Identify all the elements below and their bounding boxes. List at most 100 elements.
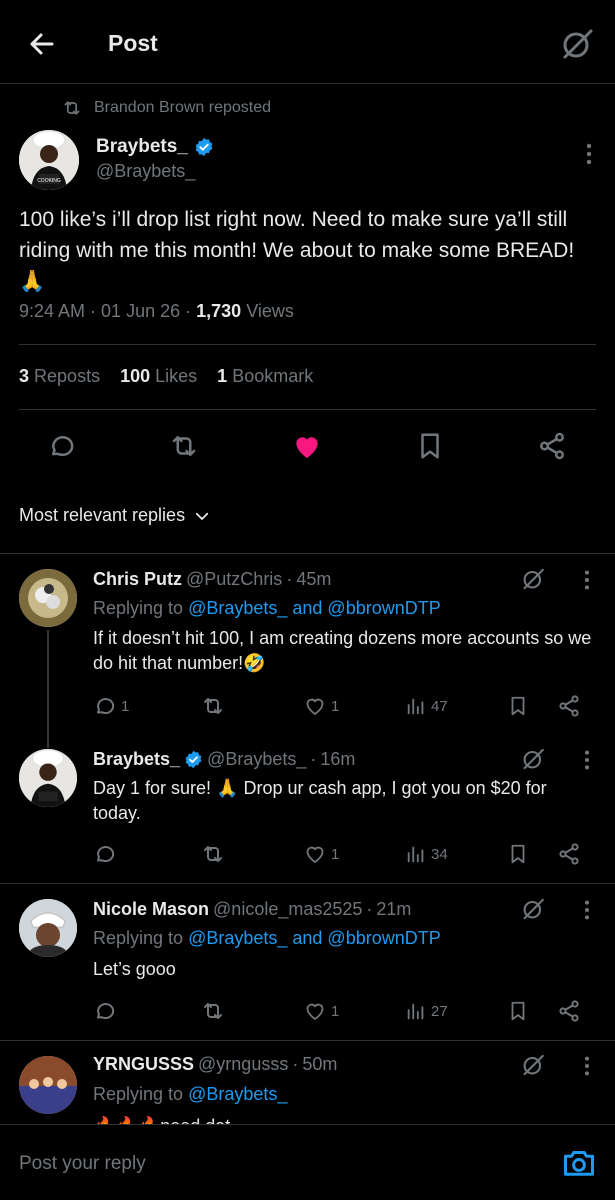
reply-header: Nicole Mason @nicole_mas2525 · 21m	[93, 899, 412, 920]
reply-author-name[interactable]: Nicole Mason	[93, 899, 209, 920]
grok-icon[interactable]	[519, 745, 547, 773]
back-arrow-icon[interactable]	[22, 24, 62, 64]
reply-icon	[93, 694, 117, 718]
more-options-icon[interactable]	[583, 749, 591, 771]
page-title: Post	[108, 30, 158, 56]
share-icon[interactable]	[557, 691, 581, 721]
reply-button[interactable]: 1	[93, 691, 129, 721]
reply-composer[interactable]: Post your reply	[0, 1124, 615, 1200]
reply-header: Chris Putz @PutzChris · 45m	[93, 569, 332, 590]
views-button[interactable]: 47	[405, 691, 448, 721]
views-button[interactable]: 34	[405, 839, 448, 869]
heart-icon	[303, 842, 327, 866]
share-icon[interactable]	[530, 424, 574, 468]
reply-author-handle[interactable]: @Braybets_	[207, 749, 306, 770]
like-icon[interactable]	[285, 424, 329, 468]
author-handle[interactable]: @Braybets_	[96, 161, 195, 182]
replying-to-handles[interactable]: @Braybets_ and @bbrownDTP	[188, 598, 441, 618]
reposts-count: 3	[19, 366, 30, 386]
replying-to-label: Replying to	[93, 598, 184, 618]
repost-button[interactable]	[201, 996, 225, 1026]
reply-header: Braybets_ @Braybets_ · 16m	[93, 749, 356, 770]
reply-icon	[93, 999, 117, 1023]
reply-time: 21m	[376, 899, 412, 919]
svg-text:COOKING: COOKING	[37, 178, 61, 184]
avatar[interactable]	[19, 1056, 77, 1114]
reply-author-handle[interactable]: @yrngusss	[198, 1054, 288, 1075]
analytics-icon	[405, 1000, 427, 1022]
views-count: 34	[431, 845, 448, 863]
avatar[interactable]	[19, 749, 77, 807]
share-icon[interactable]	[557, 996, 581, 1026]
like-button[interactable]: 1	[303, 691, 339, 721]
reply-input[interactable]: Post your reply	[19, 1153, 146, 1175]
replying-to-label: Replying to	[93, 928, 184, 948]
reply-author-name[interactable]: YRNGUSSS	[93, 1054, 194, 1075]
like-button[interactable]: 1	[303, 996, 339, 1026]
bookmark-icon[interactable]	[507, 839, 529, 869]
bookmarks-stat[interactable]: 1 Bookmark	[217, 366, 313, 387]
more-options-icon[interactable]	[583, 899, 591, 921]
repost-button[interactable]	[201, 839, 225, 869]
bookmark-icon[interactable]	[507, 996, 529, 1026]
likes-stat[interactable]: 100 Likes	[120, 366, 197, 387]
avatar[interactable]	[19, 569, 77, 627]
reply-time: 50m	[302, 1054, 338, 1074]
camera-icon[interactable]	[561, 1145, 597, 1181]
likes-count: 100	[120, 366, 151, 386]
reply-text: Day 1 for sure! 🙏 Drop ur cash app, I go…	[93, 778, 547, 823]
replying-to-label: Replying to	[93, 1084, 184, 1104]
bookmark-icon[interactable]	[507, 691, 529, 721]
thread-line	[47, 630, 49, 748]
reply-button[interactable]	[93, 839, 117, 869]
grok-icon[interactable]	[519, 1051, 547, 1079]
reply-button[interactable]	[93, 996, 117, 1026]
reposts-stat[interactable]: 3 Reposts	[19, 366, 100, 387]
divider	[19, 409, 596, 410]
avatar[interactable]	[19, 899, 77, 957]
repost-icon	[201, 999, 225, 1023]
post-time: 9:24 AM	[19, 301, 86, 321]
reply-author-handle[interactable]: @PutzChris	[186, 569, 282, 590]
post-action-bar	[0, 424, 615, 468]
heart-icon	[303, 999, 327, 1023]
more-options-icon[interactable]	[583, 1055, 591, 1077]
reply-author-handle[interactable]: @nicole_mas2525	[213, 899, 362, 920]
author-name[interactable]: Braybets_	[96, 136, 214, 158]
heart-icon	[303, 694, 327, 718]
sort-label: Most relevant replies	[19, 505, 186, 525]
replying-to-handles[interactable]: @Braybets_ and @bbrownDTP	[188, 928, 441, 948]
analytics-icon	[405, 695, 427, 717]
divider	[0, 1040, 615, 1041]
reply-author-name[interactable]: Braybets_	[93, 749, 180, 770]
more-options-icon[interactable]	[583, 569, 591, 591]
repost-icon	[201, 694, 225, 718]
grok-icon[interactable]	[519, 565, 547, 593]
like-count: 1	[331, 697, 340, 715]
grok-icon[interactable]	[557, 24, 597, 64]
chevron-down-icon	[193, 507, 211, 525]
replying-to: Replying to @Braybets_ and @bbrownDTP	[93, 928, 441, 949]
divider	[0, 883, 615, 884]
post-stats: 3 Reposts 100 Likes 1 Bookmark	[19, 366, 313, 387]
reply-author-name[interactable]: Chris Putz	[93, 569, 182, 590]
reply-time: 16m	[320, 749, 356, 769]
grok-icon[interactable]	[519, 895, 547, 923]
reply-text: If it doesn’t hit 100, I am creating doz…	[93, 628, 592, 673]
reply-actions: 1 27	[93, 996, 593, 1026]
reply-icon[interactable]	[40, 424, 84, 468]
repost-button[interactable]	[201, 691, 225, 721]
repost-icon[interactable]	[162, 424, 206, 468]
repost-icon	[62, 98, 82, 118]
avatar[interactable]: COOKING	[19, 130, 79, 190]
views-count: 27	[431, 1002, 448, 1020]
like-count: 1	[331, 845, 340, 863]
bookmark-icon[interactable]	[408, 424, 452, 468]
more-options-icon[interactable]	[585, 142, 593, 166]
likes-label: Likes	[155, 366, 198, 386]
replying-to-handles[interactable]: @Braybets_	[188, 1084, 287, 1104]
like-button[interactable]: 1	[303, 839, 339, 869]
views-button[interactable]: 27	[405, 996, 448, 1026]
share-icon[interactable]	[557, 839, 581, 869]
sort-replies-dropdown[interactable]: Most relevant replies	[19, 505, 211, 526]
